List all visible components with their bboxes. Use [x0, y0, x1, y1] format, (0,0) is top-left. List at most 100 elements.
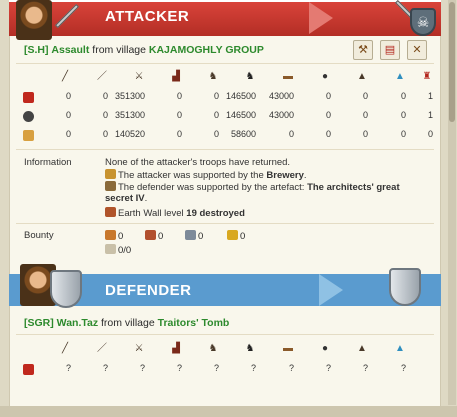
divider	[16, 223, 434, 224]
unit-count: 146500	[225, 110, 256, 120]
unit-count: 0	[213, 91, 219, 101]
defender-tribe-tag[interactable]: [SGR]	[24, 317, 54, 329]
spear-icon: ／	[97, 343, 107, 354]
bounty-crop: 0	[227, 230, 245, 242]
dark-horse-icon: ♞	[245, 343, 255, 354]
unit-count: 0	[288, 129, 294, 139]
bounty-crop-value: 0	[240, 231, 246, 242]
unit-count: ?	[65, 363, 71, 373]
unit-count: 146500	[225, 91, 256, 101]
unit-count: 0	[325, 129, 331, 139]
boot-icon: ▟	[172, 343, 180, 354]
wizard-hat-icon: ▲	[395, 343, 405, 354]
bounty-iron: 0	[185, 230, 203, 242]
iron-icon	[185, 230, 196, 240]
attacker-tribe-tag[interactable]: [S.H]	[24, 44, 49, 56]
attacker-village[interactable]: KAJAMOGHLY GROUP	[149, 44, 264, 56]
horse-icon: ♞	[208, 71, 218, 82]
unit-count: ?	[213, 363, 219, 373]
unit-count: 0	[213, 129, 219, 139]
divider	[16, 334, 434, 335]
club-icon: ╱	[61, 343, 69, 354]
defender-player-name[interactable]: Wan.Taz	[57, 317, 98, 329]
unit-count: ?	[288, 363, 294, 373]
header-arrow	[319, 274, 343, 306]
unit-count: 0	[362, 91, 368, 101]
panel-bottom	[0, 406, 457, 417]
bounty-carry-value: 0/0	[118, 245, 132, 256]
unit-count: 140520	[114, 129, 145, 139]
information-line-2: The attacker was supported by the Brewer…	[105, 169, 307, 181]
unit-count: 351300	[114, 110, 145, 120]
horse-icon: ♞	[208, 343, 218, 354]
chief-icon: ♜	[422, 71, 432, 82]
unit-count: ?	[102, 363, 108, 373]
unit-count: ?	[176, 363, 182, 373]
hammer-icon[interactable]: ⚒	[353, 40, 373, 60]
bounty-wood: 0	[105, 230, 123, 242]
earth-wall-icon	[105, 207, 116, 217]
unit-count: 0	[65, 129, 71, 139]
unit-count: 0	[427, 129, 433, 139]
carry-bag-icon	[105, 244, 116, 254]
unit-count: 0	[65, 91, 71, 101]
unit-count: 0	[102, 91, 108, 101]
wizard-hat-icon: ▲	[395, 71, 405, 82]
attacker-player-name[interactable]: Assault	[51, 44, 89, 56]
unit-count: 0	[65, 110, 71, 120]
bounty-label: Bounty	[24, 230, 54, 241]
defender-village[interactable]: Traitors' Tomb	[158, 317, 230, 329]
unit-count: 0	[362, 129, 368, 139]
artefact-name-1: The architects' great	[307, 182, 400, 193]
unit-count: 351300	[114, 91, 145, 101]
unit-count: 58600	[230, 129, 256, 139]
helmet-icon: ▲	[357, 71, 367, 82]
brewery-icon	[105, 169, 116, 179]
unit-count: ?	[400, 363, 406, 373]
unit-count: 0	[176, 110, 182, 120]
bounty-clay-value: 0	[158, 231, 164, 242]
artefact-icon	[105, 181, 116, 191]
crop-icon	[227, 230, 238, 240]
shield-icon	[389, 268, 421, 306]
unit-count: 0	[102, 110, 108, 120]
report-icon[interactable]: ▤	[380, 40, 400, 60]
bounty-clay: 0	[145, 230, 163, 242]
attacker-player-line: [S.H] Assault from village KAJAMOGHLY GR…	[24, 44, 264, 56]
boot-icon: ▟	[172, 71, 180, 82]
catapult-icon: ●	[321, 71, 329, 82]
unit-count: 0	[362, 110, 368, 120]
skull-shield-icon: ☠	[410, 8, 436, 36]
divider	[16, 63, 434, 64]
attacker-title: ATTACKER	[105, 8, 190, 25]
unit-count: 1	[427, 91, 433, 101]
info-line4-pre: Earth Wall level	[118, 208, 187, 219]
info-line2-pre: The attacker was supported by the	[118, 170, 267, 181]
information-label: Information	[24, 157, 72, 168]
information-line-1: None of the attacker's troops have retur…	[105, 157, 291, 168]
attacker-avatar	[16, 0, 52, 40]
info-line3-pre: The defender was supported by the artefa…	[118, 182, 308, 193]
report-panel	[9, 0, 441, 406]
wood-icon	[105, 230, 116, 240]
unit-count: 0	[325, 110, 331, 120]
information-line-3: The defender was supported by the artefa…	[105, 181, 400, 193]
bounty-carry: 0/0	[105, 244, 131, 256]
ram-icon: ▬	[283, 71, 293, 82]
helmet-icon: ▲	[357, 343, 367, 354]
spear-icon: ／	[97, 71, 107, 82]
bounty-wood-value: 0	[118, 231, 124, 242]
scrollbar-thumb[interactable]	[449, 2, 455, 122]
defender-player-line: [SGR] Wan.Taz from village Traitors' Tom…	[24, 317, 229, 329]
artefact-name-2: secret IV	[105, 193, 145, 204]
swords-icon[interactable]: ✕	[407, 40, 427, 60]
wall-destroyed: 19 destroyed	[186, 208, 245, 219]
catapult-icon: ●	[321, 343, 329, 354]
defender-from-text: from village	[101, 317, 155, 329]
shield-icon	[50, 270, 82, 308]
axe-icon: ⚔	[134, 343, 144, 354]
attacker-from-text: from village	[92, 44, 146, 56]
unit-count: 1	[427, 110, 433, 120]
club-icon: ╱	[61, 71, 69, 82]
divider	[16, 149, 434, 150]
